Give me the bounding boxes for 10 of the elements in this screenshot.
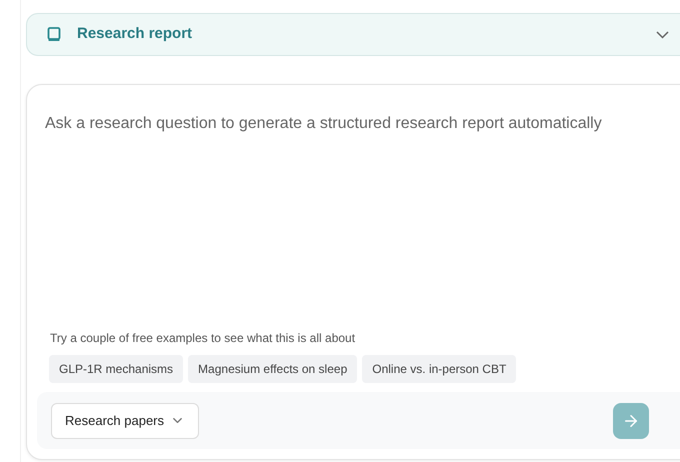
example-chip[interactable]: GLP-1R mechanisms bbox=[49, 355, 184, 383]
header-title: Research report bbox=[77, 24, 192, 44]
source-dropdown[interactable]: Research papers bbox=[51, 402, 199, 438]
example-chip[interactable]: Online vs. in-person CBT bbox=[362, 355, 516, 383]
book-icon bbox=[47, 27, 61, 42]
report-type-header[interactable]: Research report bbox=[26, 13, 680, 56]
examples-label: Try a couple of free examples to see what this is all about bbox=[50, 330, 356, 347]
question-field[interactable]: Ask a research question to generate a structured research report automatically bbox=[45, 112, 680, 302]
example-chip[interactable]: Magnesium effects on sleep bbox=[188, 355, 358, 383]
question-composer[interactable] bbox=[26, 84, 680, 460]
